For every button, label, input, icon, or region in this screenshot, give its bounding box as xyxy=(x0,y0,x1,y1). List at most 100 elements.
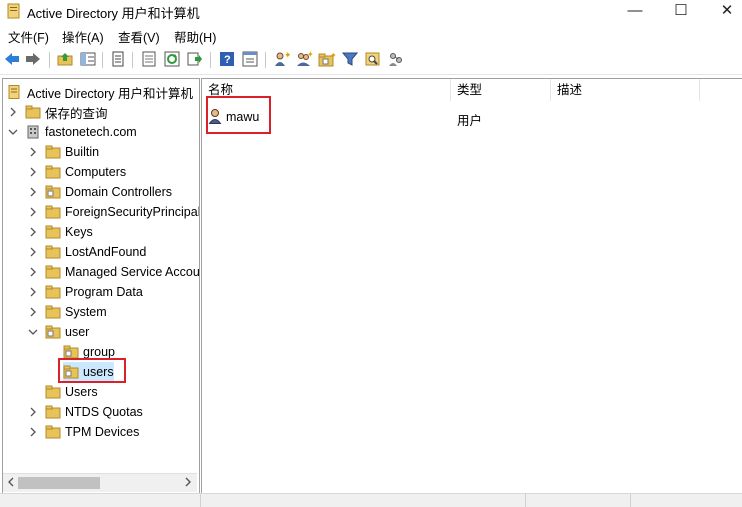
tree-horizontal-scrollbar[interactable] xyxy=(3,473,197,492)
tree-item-label: ForeignSecurityPrincipals xyxy=(65,205,200,219)
list-pane: 名称 类型 描述 mawu 用户 xyxy=(201,78,742,493)
tree-item-lost-and-found[interactable]: LostAndFound xyxy=(27,242,146,262)
tree-pane: Active Directory 用户和计算机 保存的查询 fastonetec… xyxy=(2,78,200,494)
folder-icon xyxy=(45,205,61,219)
tree-item-label: Managed Service Accounts xyxy=(65,265,200,279)
domain-icon xyxy=(25,125,41,139)
filter-icon[interactable] xyxy=(341,50,359,68)
tree-item-computers[interactable]: Computers xyxy=(27,162,126,182)
scroll-right-icon[interactable] xyxy=(183,476,193,491)
chevron-right-icon[interactable] xyxy=(27,246,39,258)
tree-item-label: Users xyxy=(65,385,98,399)
tree-item-program-data[interactable]: Program Data xyxy=(27,282,143,302)
tree-root-label: Active Directory 用户和计算机 xyxy=(27,86,193,101)
menu-help[interactable]: 帮助(H) xyxy=(174,27,216,46)
chevron-down-icon[interactable] xyxy=(7,126,19,138)
column-header-type[interactable]: 类型 xyxy=(451,79,551,101)
chevron-right-icon[interactable] xyxy=(27,266,39,278)
chevron-right-icon[interactable] xyxy=(27,226,39,238)
properties-icon[interactable] xyxy=(241,50,259,68)
tree-item-tpm-devices[interactable]: TPM Devices xyxy=(27,422,139,442)
svg-text:✦: ✦ xyxy=(330,51,336,60)
chevron-right-icon[interactable] xyxy=(7,106,19,118)
chevron-right-icon[interactable] xyxy=(27,146,39,158)
tree-root[interactable]: Active Directory 用户和计算机 xyxy=(7,82,193,102)
window-title: Active Directory 用户和计算机 xyxy=(27,6,200,21)
column-header-description[interactable]: 描述 xyxy=(551,79,700,101)
up-folder-icon[interactable] xyxy=(56,50,74,68)
tree-item-label: 保存的查询 xyxy=(45,106,108,121)
menu-action[interactable]: 操作(A) xyxy=(62,27,104,46)
ou-folder-icon xyxy=(45,185,61,199)
scroll-left-icon[interactable] xyxy=(6,476,16,491)
scroll-thumb[interactable] xyxy=(18,477,100,489)
list-row[interactable]: mawu 用户 xyxy=(202,106,742,128)
minimize-button[interactable]: — xyxy=(612,0,658,24)
tree-item-ntds-quotas[interactable]: NTDS Quotas xyxy=(27,402,143,422)
chevron-right-icon[interactable] xyxy=(27,426,39,438)
svg-text:✦: ✦ xyxy=(284,51,290,60)
new-ou-icon[interactable]: ✦ xyxy=(318,50,336,68)
export-list-icon[interactable] xyxy=(140,50,158,68)
tree-item-label: Domain Controllers xyxy=(65,185,172,199)
chevron-right-icon[interactable] xyxy=(27,306,39,318)
new-group-icon[interactable]: ✦ xyxy=(295,50,313,68)
tree-item-domain-controllers[interactable]: Domain Controllers xyxy=(27,182,172,202)
folder-icon xyxy=(25,105,41,119)
status-cell xyxy=(200,494,526,507)
tree-item-user-ou[interactable]: user xyxy=(27,322,89,342)
tree-item-keys[interactable]: Keys xyxy=(27,222,93,242)
toolbar-separator xyxy=(210,52,211,68)
chevron-right-icon[interactable] xyxy=(27,166,39,178)
menu-bar: 文件(F) 操作(A) 查看(V) 帮助(H) xyxy=(0,24,742,46)
tree-item-saved-queries[interactable]: 保存的查询 xyxy=(7,102,108,122)
folder-icon xyxy=(45,145,61,159)
folder-icon xyxy=(45,245,61,259)
folder-icon xyxy=(45,425,61,439)
maximize-button[interactable]: ☐ xyxy=(658,0,704,24)
app-icon xyxy=(7,3,20,19)
tree-item-label: Program Data xyxy=(65,285,143,299)
folder-icon xyxy=(45,285,61,299)
toolbar-separator xyxy=(265,52,266,68)
export-icon[interactable] xyxy=(186,50,204,68)
list-cell-type: 用户 xyxy=(457,114,483,128)
tree-item-label: group xyxy=(83,345,115,359)
tree-item-foreign-security-principals[interactable]: ForeignSecurityPrincipals xyxy=(27,202,200,222)
find-icon[interactable] xyxy=(364,50,382,68)
chevron-down-icon[interactable] xyxy=(27,326,39,338)
menu-view[interactable]: 查看(V) xyxy=(118,27,160,46)
chevron-right-icon[interactable] xyxy=(27,206,39,218)
toolbar-separator xyxy=(132,52,133,68)
refresh-icon[interactable] xyxy=(163,50,181,68)
tree-item-managed-service-accounts[interactable]: Managed Service Accounts xyxy=(27,262,200,282)
folder-icon xyxy=(45,405,61,419)
back-arrow-icon[interactable] xyxy=(3,50,21,68)
tree-item-label: TPM Devices xyxy=(65,425,140,439)
forward-arrow-icon[interactable] xyxy=(24,50,42,68)
folder-icon xyxy=(45,225,61,239)
help-icon[interactable]: ? xyxy=(218,50,236,68)
ou-folder-icon xyxy=(63,345,79,359)
folder-icon xyxy=(45,165,61,179)
folder-icon xyxy=(45,265,61,279)
svg-text:✦: ✦ xyxy=(307,51,313,59)
folder-icon xyxy=(45,385,61,399)
show-tree-icon[interactable] xyxy=(79,50,97,68)
tree-item-users[interactable]: Users xyxy=(45,382,98,402)
menu-file[interactable]: 文件(F) xyxy=(8,27,49,46)
chevron-right-icon[interactable] xyxy=(27,406,39,418)
delegate-icon[interactable] xyxy=(387,50,405,68)
tree-item-builtin[interactable]: Builtin xyxy=(27,142,99,162)
tree-item-system[interactable]: System xyxy=(27,302,107,322)
tree-item-label: Computers xyxy=(65,165,127,179)
highlight-box-mawu xyxy=(206,96,271,134)
tree-item-label: Builtin xyxy=(65,145,100,159)
close-button[interactable]: ✕ xyxy=(704,0,742,24)
toolbar: ? ✦ ✦ ✦ xyxy=(0,46,742,75)
chevron-right-icon[interactable] xyxy=(27,286,39,298)
tree-item-domain[interactable]: fastonetech.com xyxy=(7,122,137,142)
chevron-right-icon[interactable] xyxy=(27,186,39,198)
new-user-icon[interactable]: ✦ xyxy=(272,50,290,68)
copy-icon[interactable] xyxy=(109,50,127,68)
